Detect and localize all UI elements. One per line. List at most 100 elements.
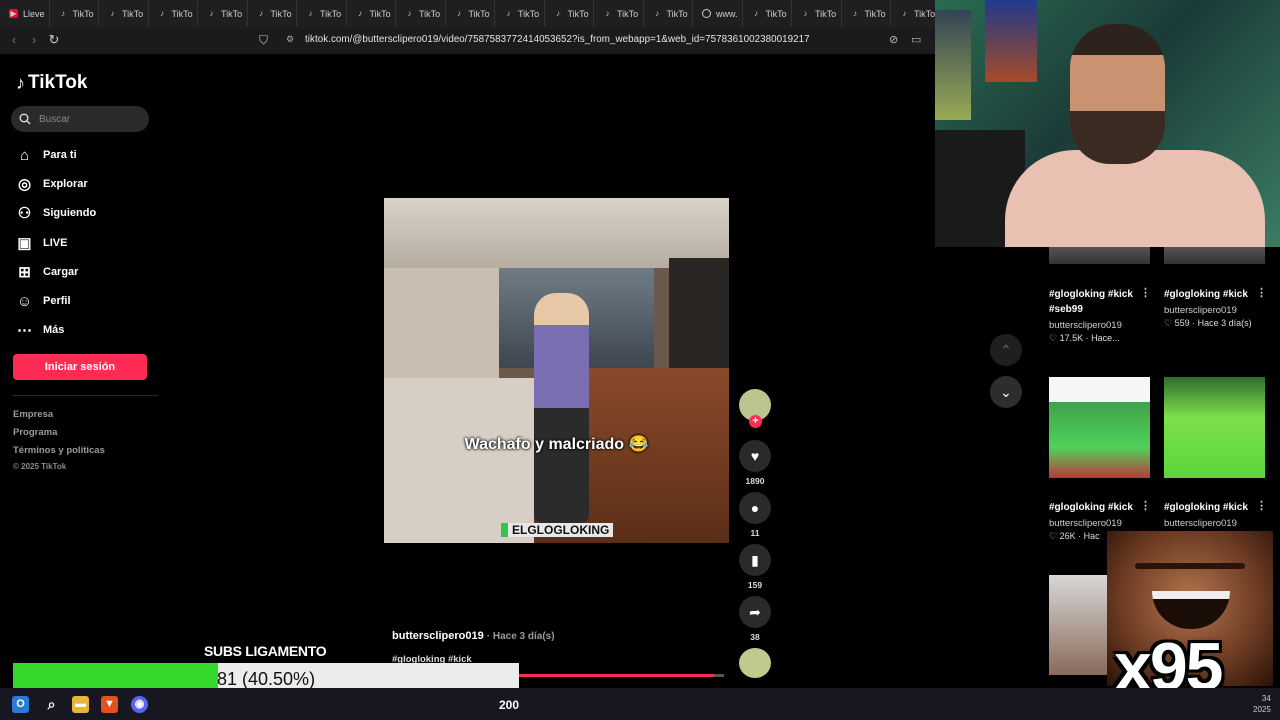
reload-icon[interactable]: ↻ bbox=[44, 32, 64, 48]
browser-tab-label: TikTo bbox=[369, 8, 391, 19]
browser-tab[interactable]: ♪ TikTo bbox=[248, 0, 297, 27]
back-icon[interactable]: ‹ bbox=[4, 32, 24, 47]
address-bar-url[interactable]: tiktok.com/@buttersclipero019/video/7587… bbox=[305, 34, 810, 45]
grid-item-title[interactable]: #glogloking #kick bbox=[1164, 500, 1248, 515]
grid-item-author[interactable]: buttersclipero019 bbox=[1164, 305, 1237, 316]
browser-tab[interactable]: www. bbox=[693, 0, 743, 27]
grid-item-title[interactable]: #glogloking #kick #seb99 bbox=[1049, 287, 1137, 317]
browser-tab[interactable]: ♪ TikTo bbox=[50, 0, 99, 27]
webcam-poster bbox=[985, 0, 1037, 82]
video-age: · Hace 3 día(s) bbox=[486, 631, 555, 642]
browser-tab[interactable]: ♪ TikTo bbox=[792, 0, 842, 27]
tiktok-icon: ♪ bbox=[556, 9, 560, 18]
video-player[interactable]: Wachafo y malcriado 😂 ELGLOGLOKING bbox=[384, 198, 729, 543]
browser-tab[interactable]: ♪ TikTo bbox=[149, 0, 198, 27]
video-watermark: ELGLOGLOKING bbox=[501, 523, 614, 537]
share-icon: ➦ bbox=[739, 596, 771, 628]
browser-tab[interactable]: ♪ TikTo bbox=[347, 0, 396, 27]
share-button[interactable]: ➦ bbox=[739, 596, 771, 628]
footer-link-programa[interactable]: Programa bbox=[13, 427, 57, 438]
tiktok-icon: ♪ bbox=[407, 9, 412, 18]
browser-tab[interactable]: ♪ TikTo bbox=[396, 0, 446, 27]
nav-item-siguiendo[interactable]: ⚇ Siguiendo bbox=[16, 204, 96, 222]
brave-icon[interactable]: ▼ bbox=[101, 696, 118, 713]
more-options-icon[interactable]: ⋮ bbox=[1140, 286, 1151, 299]
tiktok-icon: ♪ bbox=[358, 9, 362, 18]
grid-item-author[interactable]: buttersclipero019 bbox=[1049, 320, 1122, 331]
folder-icon[interactable]: ▬ bbox=[72, 696, 89, 713]
browser-tab[interactable]: ♪ TikTo bbox=[99, 0, 149, 27]
browser-tab[interactable]: ♪ TikTo bbox=[297, 0, 347, 27]
tiktok-logo[interactable]: ♪ TikTok bbox=[16, 72, 87, 94]
search-icon[interactable]: ⌕ bbox=[43, 696, 60, 713]
grid-item-author[interactable]: buttersclipero019 bbox=[1164, 518, 1237, 529]
tiktok-icon: ♪ bbox=[61, 9, 65, 18]
grid-thumbnail[interactable] bbox=[1164, 377, 1265, 478]
nav-item-para-ti[interactable]: ⌂ Para ti bbox=[16, 146, 77, 164]
search-box[interactable] bbox=[11, 106, 149, 132]
tiktok-icon: ♪ bbox=[902, 9, 907, 18]
sound-avatar[interactable] bbox=[739, 648, 771, 678]
like-button[interactable]: ♥ bbox=[739, 440, 771, 472]
nav-item-cargar[interactable]: ⊞ Cargar bbox=[16, 263, 78, 281]
no-cast-icon[interactable]: ⊘ bbox=[889, 33, 898, 46]
browser-tab-label: TikTo bbox=[72, 8, 94, 19]
video-scene-person bbox=[534, 293, 589, 523]
webcam-poster bbox=[935, 10, 971, 120]
nav-label: LIVE bbox=[43, 237, 68, 249]
emote-mouth bbox=[1152, 591, 1230, 629]
nav-label: Cargar bbox=[43, 266, 79, 278]
bookmark-icon[interactable]: ⛉ bbox=[259, 33, 268, 48]
grid-thumbnail[interactable] bbox=[1049, 247, 1150, 264]
login-button[interactable]: Iniciar sesión bbox=[13, 354, 147, 380]
grid-item-author[interactable]: buttersclipero019 bbox=[1049, 518, 1122, 529]
more-options-icon[interactable]: ⋮ bbox=[1256, 286, 1267, 299]
more-options-icon[interactable]: ⋮ bbox=[1256, 499, 1267, 512]
browser-tab[interactable]: ♪ TikTo bbox=[891, 0, 936, 27]
grid-thumbnail[interactable] bbox=[1164, 247, 1265, 264]
browser-tab[interactable]: ▶ Lleve bbox=[0, 0, 50, 27]
scroll-up-button[interactable]: ⌃ bbox=[990, 334, 1022, 366]
browser-tab[interactable]: ♪ TikTo bbox=[594, 0, 644, 27]
comment-button[interactable]: ● bbox=[739, 492, 771, 524]
compass-icon: ◎ bbox=[17, 176, 32, 193]
site-info-icon[interactable]: ⚙ bbox=[286, 34, 294, 45]
grid-item-title[interactable]: #glogloking #kick bbox=[1049, 500, 1133, 515]
live-icon: ▣ bbox=[17, 235, 32, 252]
tiktok-icon: ♪ bbox=[605, 9, 610, 18]
more-options-icon[interactable]: ⋮ bbox=[1140, 499, 1151, 512]
forward-icon[interactable]: › bbox=[24, 32, 44, 47]
grid-item-title[interactable]: #glogloking #kick bbox=[1164, 287, 1254, 302]
browser-tab-label: TikTo bbox=[171, 8, 193, 19]
video-author[interactable]: buttersclipero019 · Hace 3 día(s) bbox=[392, 630, 555, 642]
more-icon: ⋯ bbox=[17, 322, 32, 339]
author-name[interactable]: buttersclipero019 bbox=[392, 630, 484, 642]
following-icon: ⚇ bbox=[17, 205, 32, 222]
nav-item-perfil[interactable]: ☺ Perfil bbox=[16, 292, 71, 310]
nav-item-explorar[interactable]: ◎ Explorar bbox=[16, 175, 88, 193]
grid-thumbnail[interactable] bbox=[1049, 377, 1150, 478]
browser-tab[interactable]: ♪ TikTo bbox=[446, 0, 495, 27]
footer-link-terminos[interactable]: Términos y políticas bbox=[13, 445, 105, 456]
outlook-icon[interactable]: O bbox=[12, 696, 29, 713]
search-input[interactable] bbox=[39, 113, 139, 125]
nav-item-live[interactable]: ▣ LIVE bbox=[16, 234, 67, 252]
browser-tab[interactable]: ♪ TikTo bbox=[644, 0, 693, 27]
grid-item-meta: ♡ 17.5K · Hace... bbox=[1049, 333, 1120, 343]
discord-icon[interactable]: ◉ bbox=[131, 696, 148, 713]
browser-tab[interactable]: ♪ TikTo bbox=[842, 0, 891, 27]
browser-tab[interactable]: ♪ TikTo bbox=[495, 0, 545, 27]
browser-tab[interactable]: ♪ TikTo bbox=[743, 0, 792, 27]
save-button[interactable]: ▮ bbox=[739, 544, 771, 576]
browser-tab-label: TikTo bbox=[122, 8, 144, 19]
cast-icon[interactable]: ▭ bbox=[911, 33, 921, 46]
profile-icon: ☺ bbox=[16, 292, 33, 310]
webcam-shirt bbox=[1005, 150, 1265, 247]
browser-tab-label: TikTo bbox=[864, 8, 886, 19]
browser-tab[interactable]: ♪ TikTo bbox=[545, 0, 594, 27]
follow-plus-icon[interactable]: + bbox=[749, 415, 762, 428]
footer-link-empresa[interactable]: Empresa bbox=[13, 409, 53, 420]
nav-item-mas[interactable]: ⋯ Más bbox=[16, 321, 64, 339]
scroll-down-button[interactable]: ⌄ bbox=[990, 376, 1022, 408]
browser-tab[interactable]: ♪ TikTo bbox=[198, 0, 248, 27]
